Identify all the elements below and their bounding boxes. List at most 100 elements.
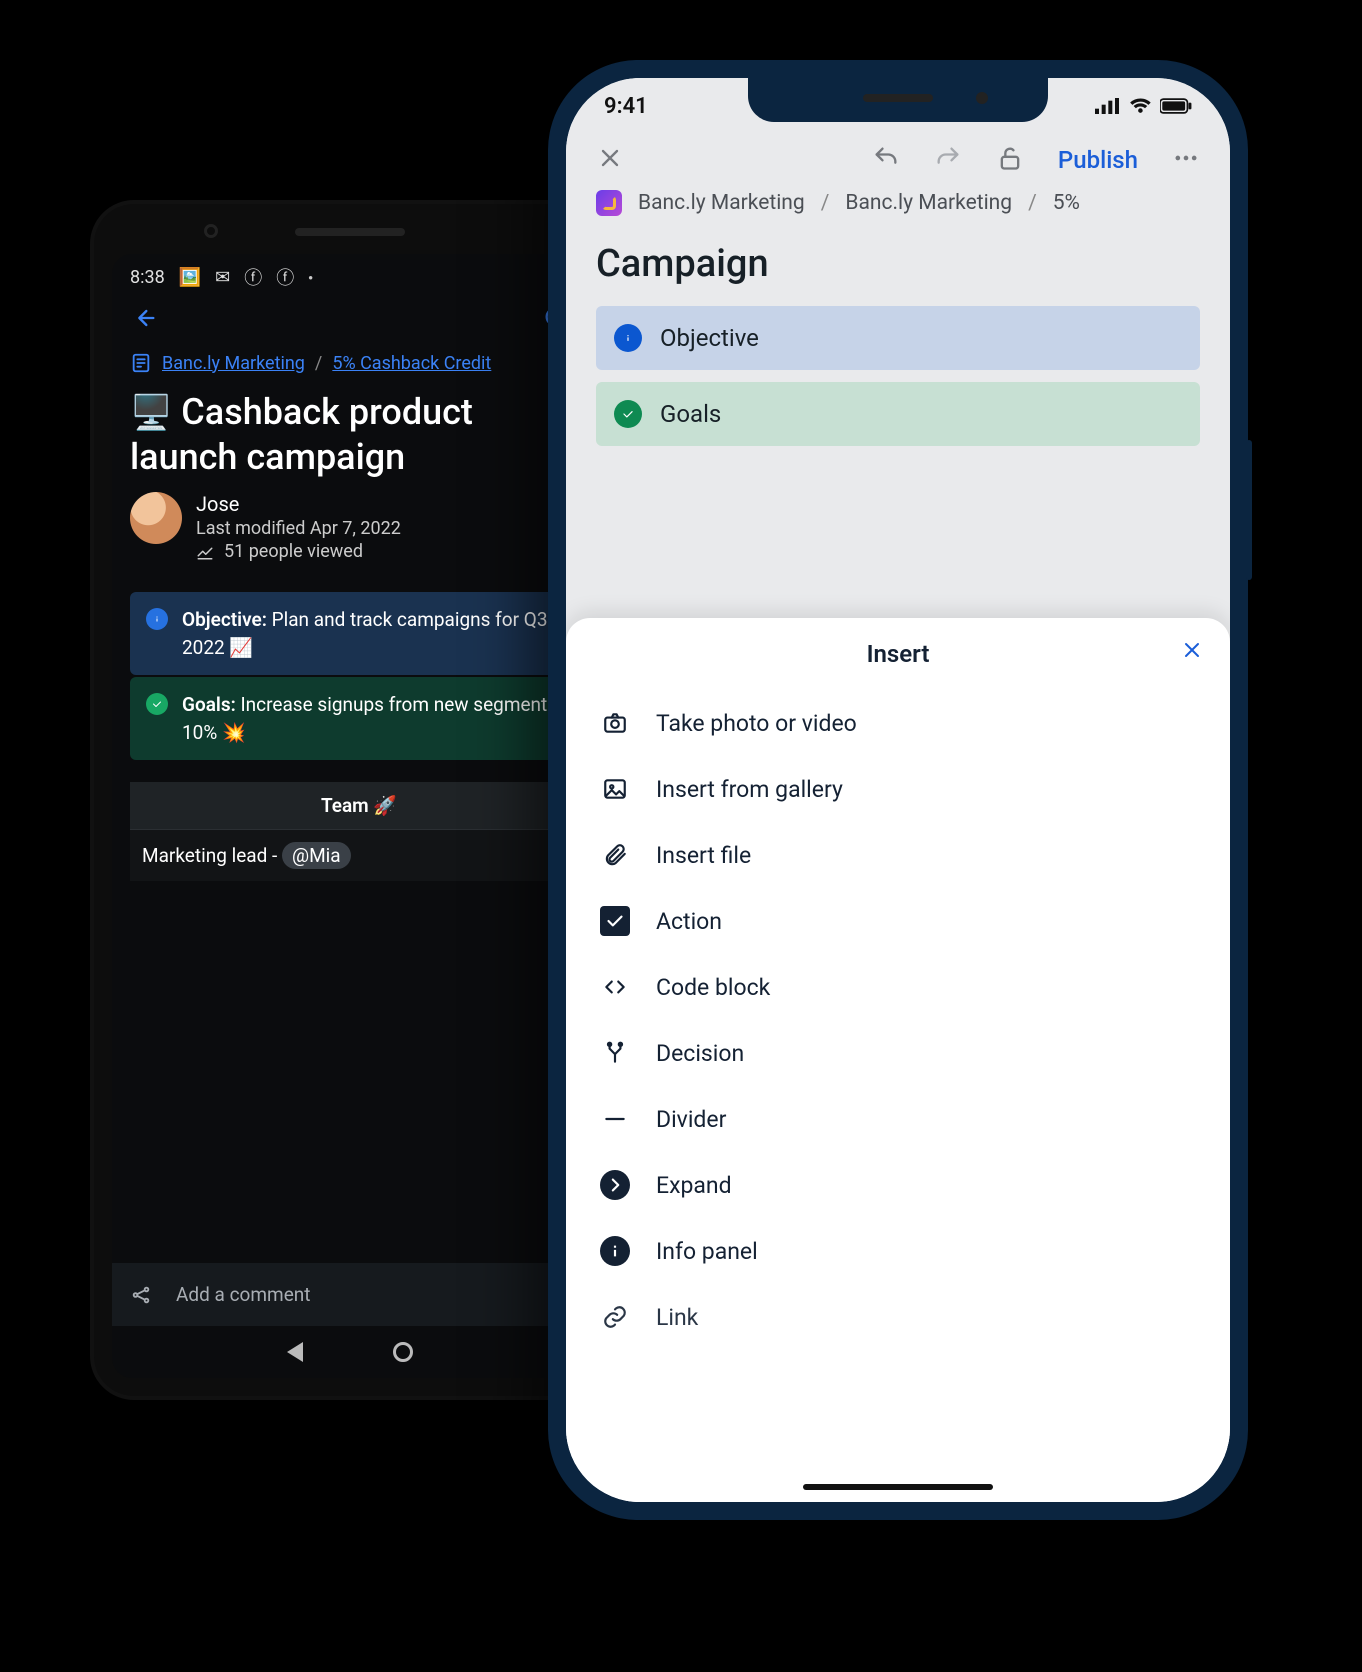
nav-home-icon[interactable]	[393, 1342, 413, 1362]
share-icon[interactable]	[130, 1284, 152, 1306]
sheet-close-button[interactable]	[1180, 638, 1204, 668]
page-title-text: Cashback product launch campaign	[130, 391, 473, 478]
android-phone-frame: 8:38 🖼️ ✉︎ ⓕ ⓕ ● Banc.ly Marketing / 5% …	[90, 200, 610, 1400]
insert-option-code[interactable]: Code block	[596, 954, 1200, 1020]
page-icon	[130, 352, 152, 374]
code-icon	[600, 972, 630, 1002]
breadcrumb-level3[interactable]: 5%	[1053, 191, 1080, 215]
breadcrumb: Banc.ly Marketing / Banc.ly Marketing / …	[566, 190, 1230, 224]
insert-option-decision[interactable]: Decision	[596, 1020, 1200, 1086]
paperclip-icon	[600, 840, 630, 870]
sheet-header: Insert	[566, 618, 1230, 690]
page-title-emoji: 🖥️	[130, 393, 172, 433]
space-icon	[596, 190, 622, 216]
option-label: Info panel	[656, 1238, 758, 1265]
objective-label: Objective:	[182, 608, 267, 631]
publish-button[interactable]: Publish	[1058, 146, 1138, 174]
breadcrumb-root[interactable]: Banc.ly Marketing	[162, 353, 305, 374]
view-count: 51 people viewed	[224, 541, 363, 562]
author-name: Jose	[196, 492, 401, 516]
iphone-frame: 9:41 Publish Banc.ly Marketing /	[548, 60, 1248, 1520]
status-time: 8:38	[130, 267, 165, 288]
insert-option-photo[interactable]: Take photo or video	[596, 690, 1200, 756]
iphone-side-button	[1246, 440, 1252, 580]
unlock-button[interactable]	[996, 144, 1024, 176]
insert-option-file[interactable]: Insert file	[596, 822, 1200, 888]
insert-sheet: Insert Take photo or video Insert from g…	[566, 618, 1230, 1502]
insert-option-link[interactable]: Link	[596, 1284, 1200, 1350]
camera-icon	[600, 708, 630, 738]
page-title[interactable]: Campaign	[566, 224, 1230, 306]
checkbox-icon	[600, 906, 630, 936]
objective-panel: Objective: Plan and track campaigns for …	[130, 592, 588, 675]
user-mention[interactable]: @Mia	[282, 842, 351, 869]
breadcrumb-separator: /	[1028, 191, 1037, 215]
comment-placeholder[interactable]: Add a comment	[176, 1283, 310, 1306]
home-indicator[interactable]	[803, 1484, 993, 1490]
author-avatar[interactable]	[130, 492, 182, 544]
insert-option-action[interactable]: Action	[596, 888, 1200, 954]
goals-panel: Goals: Increase signups from new segment…	[130, 677, 588, 760]
row-label: Marketing lead -	[142, 844, 282, 867]
insert-option-divider[interactable]: Divider	[596, 1086, 1200, 1152]
insert-option-gallery[interactable]: Insert from gallery	[596, 756, 1200, 822]
comment-bar[interactable]: Add a comment	[112, 1263, 588, 1326]
analytics-icon	[196, 543, 214, 561]
android-nav-bar	[112, 1326, 588, 1378]
insert-option-info-panel[interactable]: Info panel	[596, 1218, 1200, 1284]
link-icon	[600, 1302, 630, 1332]
cellular-icon	[1095, 98, 1122, 114]
divider-icon	[600, 1104, 630, 1134]
option-label: Link	[656, 1304, 698, 1331]
option-label: Decision	[656, 1040, 744, 1067]
breadcrumb-level2[interactable]: Banc.ly Marketing	[845, 191, 1012, 215]
android-status-bar: 8:38 🖼️ ✉︎ ⓕ ⓕ ●	[112, 254, 588, 300]
notification-dot-icon: ●	[308, 273, 313, 282]
iphone-screen: 9:41 Publish Banc.ly Marketing /	[566, 78, 1230, 1502]
breadcrumb-root[interactable]: Banc.ly Marketing	[638, 191, 805, 215]
facebook-icon: ⓕ	[244, 264, 262, 290]
undo-button[interactable]	[872, 144, 900, 176]
battery-icon	[1160, 98, 1192, 114]
wifi-icon	[1129, 98, 1152, 114]
breadcrumb-separator: /	[315, 353, 322, 374]
team-table: Team 🚀 Marketing lead - @Mia	[130, 782, 588, 881]
android-screen: 8:38 🖼️ ✉︎ ⓕ ⓕ ● Banc.ly Marketing / 5% …	[112, 254, 588, 1378]
option-label: Code block	[656, 974, 770, 1001]
table-row: Marketing lead - @Mia	[130, 830, 588, 881]
goals-text: Increase signups from new segment by 10%…	[182, 693, 572, 744]
option-label: Divider	[656, 1106, 726, 1133]
android-front-camera	[204, 224, 218, 238]
info-icon	[146, 608, 168, 630]
objective-label: Objective	[660, 324, 759, 352]
last-modified: Last modified Apr 7, 2022	[196, 518, 401, 539]
android-speaker	[295, 228, 405, 236]
info-icon	[614, 324, 642, 352]
goals-label: Goals:	[182, 693, 236, 716]
image-icon: 🖼️	[179, 267, 201, 288]
android-app-bar	[112, 300, 588, 346]
sheet-title: Insert	[867, 640, 930, 668]
back-button[interactable]	[130, 304, 158, 336]
option-label: Expand	[656, 1172, 732, 1199]
page-title: 🖥️ Cashback product launch campaign	[112, 380, 588, 480]
breadcrumb-page[interactable]: 5% Cashback Credit	[332, 353, 491, 374]
option-label: Action	[656, 908, 722, 935]
status-time: 9:41	[604, 94, 648, 119]
nav-back-icon[interactable]	[287, 1342, 303, 1362]
info-icon	[600, 1236, 630, 1266]
redo-button[interactable]	[934, 144, 962, 176]
editor-toolbar: Publish	[566, 134, 1230, 190]
overflow-menu-button[interactable]	[1172, 144, 1200, 176]
insert-option-expand[interactable]: Expand	[596, 1152, 1200, 1218]
breadcrumb-separator: /	[821, 191, 830, 215]
goals-panel[interactable]: Goals	[596, 382, 1200, 446]
byline: Jose Last modified Apr 7, 2022 51 people…	[112, 480, 588, 568]
objective-panel[interactable]: Objective	[596, 306, 1200, 370]
fork-icon	[600, 1038, 630, 1068]
option-label: Take photo or video	[656, 710, 857, 737]
close-button[interactable]	[596, 144, 624, 176]
check-icon	[614, 400, 642, 428]
facebook-icon: ⓕ	[276, 264, 294, 290]
option-label: Insert from gallery	[656, 776, 843, 803]
